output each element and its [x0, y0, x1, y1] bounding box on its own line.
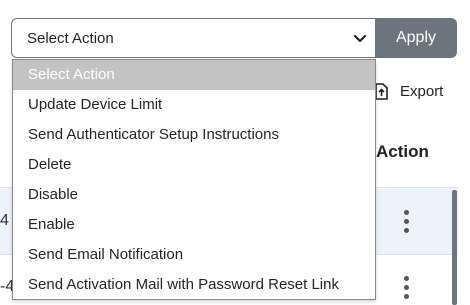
- kebab-menu-icon[interactable]: [396, 272, 416, 302]
- kebab-menu-icon[interactable]: [396, 206, 416, 236]
- apply-button[interactable]: Apply: [375, 18, 457, 58]
- option-update-device-limit[interactable]: Update Device Limit: [13, 90, 375, 120]
- chevron-down-icon: [353, 32, 367, 49]
- option-enable[interactable]: Enable: [13, 210, 375, 240]
- column-header-action: Action: [376, 142, 429, 161]
- option-delete[interactable]: Delete: [13, 150, 375, 180]
- option-send-activation-mail[interactable]: Send Activation Mail with Password Reset…: [13, 270, 375, 300]
- table-cell: 4: [0, 212, 9, 229]
- select-value: Select Action: [27, 29, 114, 47]
- export-button[interactable]: Export: [372, 78, 443, 104]
- option-send-authenticator-setup[interactable]: Send Authenticator Setup Instructions: [13, 120, 375, 150]
- export-label: Export: [400, 82, 444, 100]
- bulk-action-select[interactable]: Select Action: [11, 18, 375, 58]
- option-select-action[interactable]: Select Action: [13, 60, 375, 90]
- option-send-email-notification[interactable]: Send Email Notification: [13, 240, 375, 270]
- action-dropdown-list: Select Action Update Device Limit Send A…: [12, 59, 376, 300]
- option-disable[interactable]: Disable: [13, 180, 375, 210]
- scrollbar[interactable]: [452, 190, 457, 305]
